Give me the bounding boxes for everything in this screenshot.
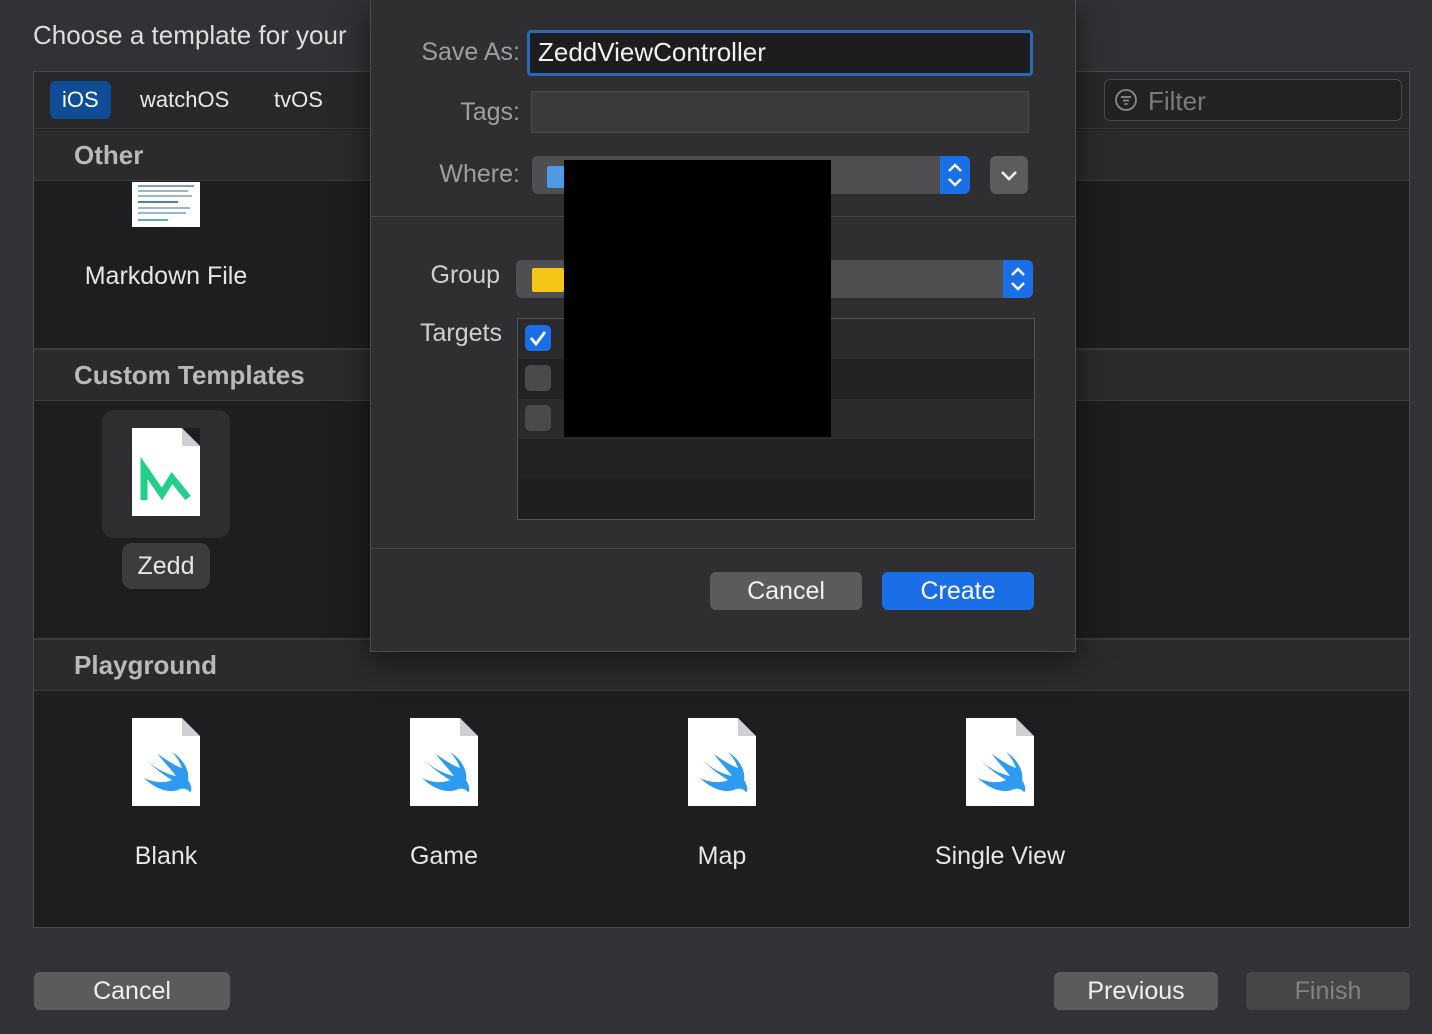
finish-button[interactable]: Finish bbox=[1246, 972, 1410, 1010]
template-game[interactable]: Game bbox=[344, 842, 544, 871]
tab-watchos[interactable]: watchOS bbox=[128, 81, 241, 119]
sheet-cancel-button[interactable]: Cancel bbox=[710, 572, 862, 610]
template-zedd[interactable]: Zedd bbox=[122, 552, 210, 581]
template-single-view[interactable]: Single View bbox=[900, 842, 1100, 871]
filter-icon bbox=[1115, 89, 1137, 111]
up-down-chevron-icon bbox=[1011, 267, 1025, 291]
tab-tvos[interactable]: tvOS bbox=[262, 81, 335, 119]
template-map[interactable]: Map bbox=[622, 842, 822, 871]
save-as-label: Save As: bbox=[421, 38, 520, 66]
swift-file-icon bbox=[132, 718, 200, 806]
section-label-playground: Playground bbox=[74, 650, 218, 680]
target-row-empty bbox=[518, 439, 1034, 479]
zedd-template-icon bbox=[132, 428, 200, 516]
target-checkbox[interactable] bbox=[525, 365, 551, 391]
window-title: Choose a template for your bbox=[33, 20, 347, 50]
targets-label: Targets bbox=[420, 319, 502, 347]
cancel-button[interactable]: Cancel bbox=[34, 972, 230, 1010]
target-checkbox-checked[interactable] bbox=[525, 325, 551, 351]
create-button[interactable]: Create bbox=[882, 572, 1034, 610]
swift-file-icon bbox=[688, 718, 756, 806]
template-markdown-file[interactable]: Markdown File bbox=[66, 262, 266, 291]
folder-icon bbox=[547, 166, 565, 188]
save-as-input[interactable]: ZeddViewController bbox=[538, 37, 766, 68]
previous-button[interactable]: Previous bbox=[1054, 972, 1218, 1010]
tags-label: Tags: bbox=[460, 98, 520, 126]
tab-ios[interactable]: iOS bbox=[50, 81, 111, 119]
folder-icon bbox=[532, 268, 564, 292]
swift-file-icon bbox=[410, 718, 478, 806]
where-label: Where: bbox=[439, 160, 520, 188]
tags-field[interactable] bbox=[531, 91, 1029, 133]
section-label-other: Other bbox=[74, 140, 144, 170]
swift-file-icon bbox=[966, 718, 1034, 806]
target-checkbox[interactable] bbox=[525, 405, 551, 431]
checkmark-icon bbox=[529, 331, 547, 347]
expand-location-button[interactable] bbox=[990, 156, 1028, 194]
template-blank[interactable]: Blank bbox=[66, 842, 266, 871]
redaction-block bbox=[564, 160, 831, 437]
group-label: Group bbox=[430, 261, 500, 289]
group-popup-stepper[interactable] bbox=[1003, 260, 1033, 298]
up-down-chevron-icon bbox=[948, 163, 962, 187]
chevron-down-icon bbox=[1001, 171, 1017, 181]
filter-input[interactable]: Filter bbox=[1148, 86, 1206, 117]
target-row-empty bbox=[518, 479, 1034, 519]
where-popup-stepper[interactable] bbox=[940, 156, 970, 194]
divider bbox=[371, 548, 1075, 549]
markdown-file-icon bbox=[132, 182, 200, 227]
section-label-custom-templates: Custom Templates bbox=[74, 360, 305, 390]
